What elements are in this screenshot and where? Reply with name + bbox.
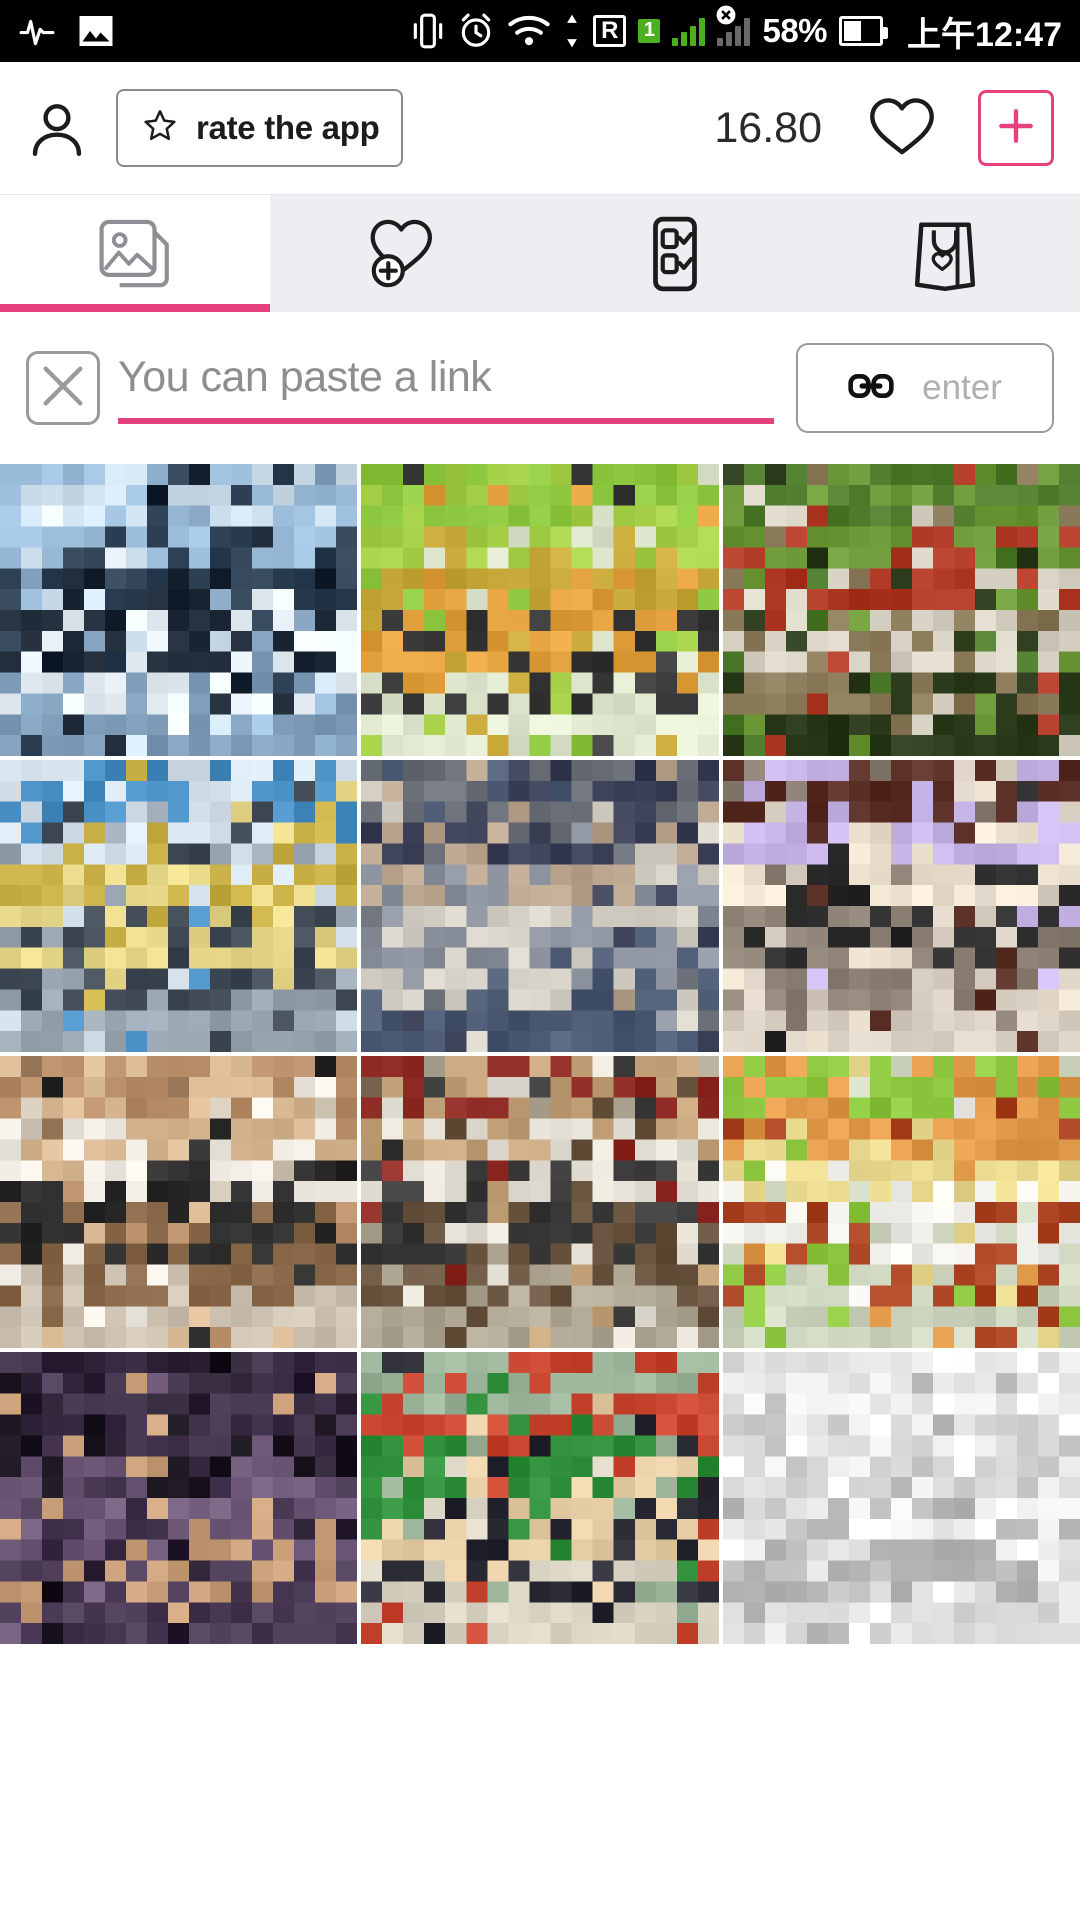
grid-item-3[interactable]: [722, 464, 1080, 756]
pulse-icon: [18, 12, 56, 50]
enter-button[interactable]: enter: [796, 343, 1054, 433]
link-input[interactable]: [118, 346, 774, 408]
thumbnail-image: [361, 1056, 719, 1348]
grid-item-6[interactable]: [722, 760, 1080, 1052]
tab-bar: [0, 195, 1080, 312]
status-bar-right-icons: R 1 58% 上午12:47: [411, 5, 1062, 56]
checklist-phone-icon: [633, 215, 717, 293]
thumbnail-image: [0, 1352, 358, 1644]
grid-item-4[interactable]: [0, 760, 358, 1052]
price-label: 16.80: [714, 103, 822, 152]
tab-gallery[interactable]: [0, 195, 270, 312]
enter-button-label: enter: [922, 368, 1002, 407]
app-root: R 1 58% 上午12:47 rate the app 16.80 You c…: [0, 0, 1080, 1920]
star-outline-icon: [140, 106, 180, 151]
thumbnail-image: [361, 1352, 719, 1644]
person-icon[interactable]: [26, 97, 88, 159]
grid-item-11[interactable]: [361, 1352, 719, 1644]
app-header: rate the app 16.80: [0, 62, 1080, 195]
signal-sim1-icon: [672, 16, 706, 46]
link-chain-icon: [848, 366, 894, 411]
alarm-icon: [457, 12, 495, 50]
grid-item-7[interactable]: [0, 1056, 358, 1348]
image-grid: [0, 464, 1080, 1644]
status-bar-left-icons: [18, 12, 114, 50]
rate-the-app-button[interactable]: rate the app: [116, 89, 404, 167]
heart-plus-icon: [363, 215, 447, 293]
plus-icon: [994, 104, 1038, 153]
status-bar: R 1 58% 上午12:47: [0, 0, 1080, 62]
data-transfer-icon: [563, 13, 581, 49]
vibrate-icon: [411, 12, 445, 50]
thumbnail-image: [361, 760, 719, 1052]
clear-link-button[interactable]: [26, 351, 100, 425]
grid-item-9[interactable]: [722, 1056, 1080, 1348]
gallery-photos-icon: [93, 215, 177, 293]
sim-badge-icon: 1: [638, 19, 661, 43]
grid-item-8[interactable]: [361, 1056, 719, 1348]
thumbnail-image: [722, 1352, 1080, 1644]
grid-item-1[interactable]: [0, 464, 358, 756]
grid-item-12[interactable]: [722, 1352, 1080, 1644]
roaming-icon: R: [593, 15, 627, 47]
wifi-icon: [507, 13, 551, 49]
thumbnail-image: [722, 1056, 1080, 1348]
grid-item-5[interactable]: [361, 760, 719, 1052]
tab-wishlist[interactable]: [270, 195, 540, 312]
thumbnail-image: [0, 464, 358, 756]
add-button[interactable]: [978, 90, 1054, 166]
clock-label: 上午12:47: [907, 15, 1062, 54]
favorite-button[interactable]: [866, 94, 938, 162]
rate-the-app-label: rate the app: [196, 109, 380, 146]
thumbnail-image: [0, 760, 358, 1052]
grid-item-10[interactable]: [0, 1352, 358, 1644]
grid-item-2[interactable]: [361, 464, 719, 756]
image-icon: [78, 14, 114, 48]
heart-outline-icon: [866, 93, 938, 164]
link-input-underline: [118, 418, 774, 424]
battery-icon: [839, 16, 889, 46]
x-close-icon: [37, 360, 89, 417]
signal-sim2-off-icon: [717, 5, 751, 46]
battery-percent-label: 58%: [762, 12, 828, 49]
link-input-wrapper: [118, 346, 774, 430]
paste-link-bar: enter: [0, 312, 1080, 464]
tab-orders[interactable]: [540, 195, 810, 312]
shopping-bag-heart-icon: [903, 215, 987, 293]
thumbnail-image: [361, 464, 719, 756]
thumbnail-image: [722, 760, 1080, 1052]
thumbnail-image: [0, 1056, 358, 1348]
tab-bag[interactable]: [810, 195, 1080, 312]
thumbnail-image: [722, 464, 1080, 756]
